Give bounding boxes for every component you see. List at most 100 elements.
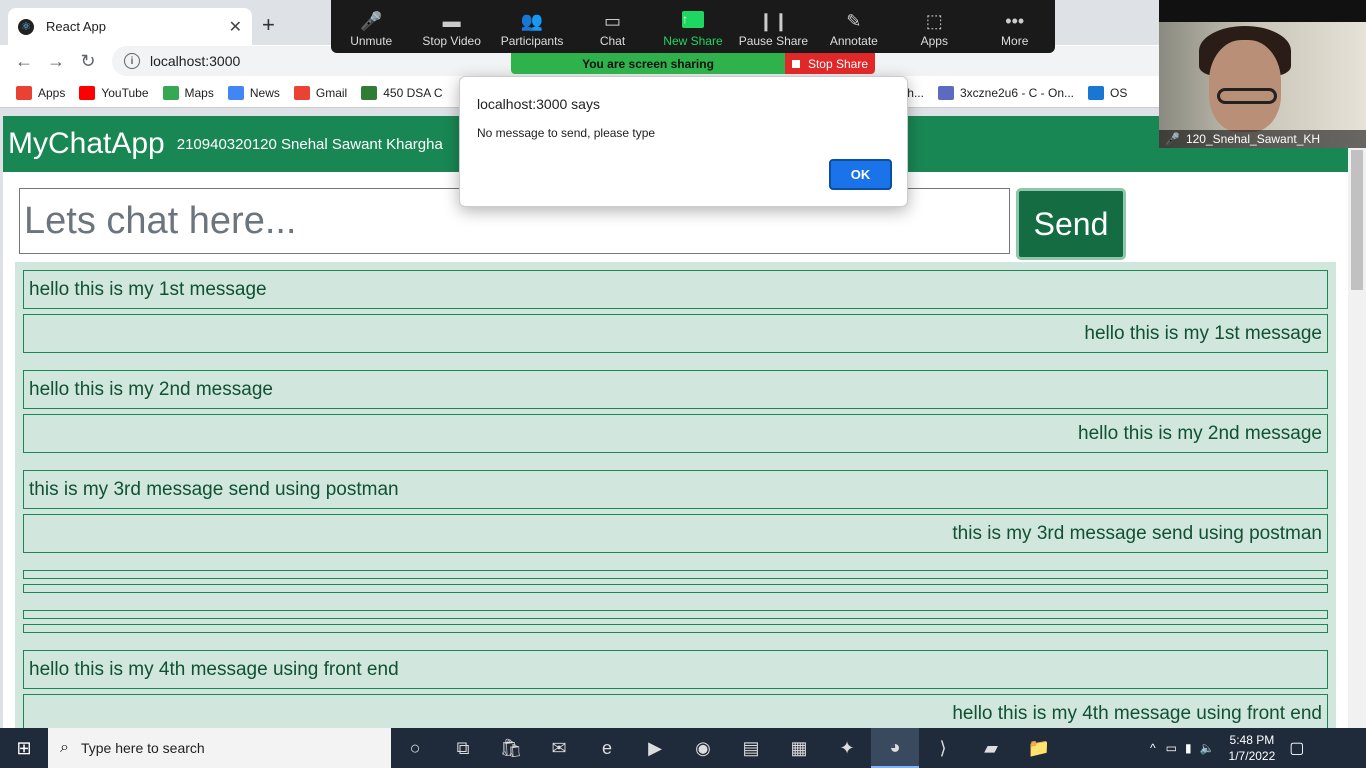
participant-name: 120_Snehal_Sawant_KH: [1185, 132, 1321, 146]
cortana-icon[interactable]: ○: [391, 728, 439, 768]
site-info-icon[interactable]: i: [124, 53, 140, 69]
pencil-icon: ✎: [846, 11, 862, 31]
zoom-app-icon[interactable]: ▶: [631, 728, 679, 768]
ok-button[interactable]: OK: [829, 159, 892, 190]
system-tray: ^ ▭ ▮ 🔈 5:48 PM 1/7/2022 ▢: [1150, 728, 1304, 768]
message-item: hello this is my 1st message: [23, 270, 1328, 309]
page-viewport: MyChatApp 210940320120 Snehal Sawant Kha…: [3, 116, 1348, 728]
participant-video[interactable]: 🎤 120_Snehal_Sawant_KH: [1159, 0, 1366, 148]
message-list: hello this is my 1st message hello this i…: [15, 262, 1336, 728]
edge-icon[interactable]: e: [583, 728, 631, 768]
zoom-annotate-button[interactable]: ✎ Annotate: [814, 0, 894, 53]
bookmark-item[interactable]: 3xczne2u6 - C - On...: [937, 85, 1074, 100]
battery-icon[interactable]: ▮: [1185, 741, 1192, 755]
bookmark-favicon-icon: [162, 85, 179, 100]
zoom-button-label: Annotate: [829, 34, 878, 48]
bookmark-item[interactable]: Gmail: [293, 85, 348, 100]
zoom-button-label: Stop Video: [422, 34, 481, 48]
message-item: hello this is my 4th message using front…: [23, 694, 1328, 728]
dialog-message: No message to send, please type: [477, 126, 656, 140]
zoom-button-label: Pause Share: [738, 34, 809, 48]
editor-icon[interactable]: ▰: [967, 728, 1015, 768]
message-item: this is my 3rd message send using postma…: [23, 514, 1328, 553]
tray-chevron-icon[interactable]: ^: [1150, 741, 1156, 755]
bookmark-label: YouTube: [101, 85, 149, 100]
bookmark-item[interactable]: Maps: [162, 85, 214, 100]
bookmark-item[interactable]: 450 DSA C: [361, 85, 443, 100]
bookmark-item[interactable]: OS: [1088, 85, 1127, 100]
bookmark-item[interactable]: News: [227, 85, 280, 100]
bookmark-item[interactable]: Apps: [16, 85, 66, 100]
zoom-unmute-button[interactable]: 🎤 Unmute: [331, 0, 411, 53]
zoom-chat-button[interactable]: ▭ Chat: [572, 0, 652, 53]
screen-sharing-banner[interactable]: You are screen sharing: [511, 53, 785, 74]
alert-dialog: localhost:3000 says No message to send, …: [459, 76, 908, 207]
scrollbar-thumb[interactable]: [1351, 150, 1363, 290]
clock-time: 5:48 PM: [1229, 733, 1275, 747]
reload-icon[interactable]: ↻: [72, 51, 104, 72]
new-tab-button[interactable]: +: [262, 12, 275, 38]
bookmark-favicon-icon: [16, 85, 32, 100]
react-favicon-icon: ⚛: [18, 18, 34, 35]
zoom-button-label: Unmute: [350, 34, 393, 48]
bookmark-label: Apps: [38, 85, 66, 100]
notepad-icon[interactable]: ▤: [727, 728, 775, 768]
share-arrow-icon: ↑: [681, 11, 704, 28]
message-item: hello this is my 4th message using front…: [23, 650, 1328, 689]
zoom-button-label: More: [1001, 34, 1029, 48]
clock[interactable]: 5:48 PM 1/7/2022: [1229, 732, 1276, 764]
browser-tab[interactable]: ⚛ React App ✕: [8, 8, 252, 45]
bookmark-favicon-icon: [293, 85, 310, 100]
store-icon[interactable]: 🛍: [487, 728, 535, 768]
bookmark-item[interactable]: YouTube: [79, 85, 149, 100]
forward-arrow-icon[interactable]: →: [40, 51, 72, 72]
participants-icon: 👥: [520, 11, 544, 31]
zoom-apps-button[interactable]: ⬚ Apps: [894, 0, 974, 53]
notifications-icon[interactable]: ▢: [1289, 738, 1304, 758]
windows-start-icon[interactable]: ⊞: [0, 728, 48, 768]
zoom-participants-button[interactable]: 👥 Participants: [492, 0, 572, 53]
bookmark-label: 450 DSA C: [383, 85, 443, 100]
tool-icon[interactable]: ✦: [823, 728, 871, 768]
stop-share-button[interactable]: Stop Share: [785, 53, 875, 74]
bookmark-label: Gmail: [315, 85, 348, 100]
stop-share-label: Stop Share: [807, 56, 869, 71]
task-view-icon[interactable]: ⧉: [439, 728, 487, 768]
pause-icon: ❙❙: [758, 11, 789, 31]
tab-close-icon[interactable]: ✕: [229, 17, 242, 37]
send-button[interactable]: Send: [1016, 188, 1126, 260]
message-item: [23, 584, 1328, 593]
back-arrow-icon[interactable]: ←: [8, 51, 40, 72]
zoom-pause-share-button[interactable]: ❙❙ Pause Share: [733, 0, 813, 53]
zoom-button-label: New Share: [663, 34, 723, 48]
message-item: [23, 610, 1328, 619]
volume-icon[interactable]: 🔈: [1200, 741, 1215, 755]
app-brand[interactable]: MyChatApp: [8, 127, 165, 161]
github-icon[interactable]: ◉: [679, 728, 727, 768]
vscode-icon[interactable]: ⟩: [919, 728, 967, 768]
author-info: 210940320120 Snehal Sawant Khargha: [176, 135, 443, 153]
zoom-button-label: Participants: [500, 34, 564, 48]
word-icon[interactable]: ▦: [775, 728, 823, 768]
tab-title: React App: [46, 19, 106, 34]
participant-face: [1209, 40, 1281, 132]
more-dots-icon: •••: [1005, 11, 1025, 31]
zoom-stop-video-button[interactable]: ▬ Stop Video: [411, 0, 491, 53]
zoom-toolbar: 🎤 Unmute ▬ Stop Video 👥 Participants ▭ Chat ↑ New…: [331, 0, 1055, 53]
network-icon[interactable]: ▭: [1166, 741, 1177, 755]
mail-icon[interactable]: ✉: [535, 728, 583, 768]
chrome-icon[interactable]: ◕: [871, 728, 919, 768]
message-item: hello this is my 2nd message: [23, 370, 1328, 409]
bookmark-favicon-icon: [1088, 85, 1105, 100]
bookmark-favicon-icon: [79, 85, 96, 100]
zoom-new-share-button[interactable]: ↑ New Share: [653, 0, 733, 53]
taskbar-search-box[interactable]: ⌕ Type here to search: [48, 728, 391, 768]
message-item: hello this is my 2nd message: [23, 414, 1328, 453]
participant-glasses: [1217, 88, 1277, 104]
clock-date: 1/7/2022: [1228, 749, 1276, 763]
file-explorer-icon[interactable]: 📁: [1015, 728, 1063, 768]
video-title-bar: [1159, 0, 1366, 22]
bookmark-label: Maps: [184, 85, 214, 100]
zoom-more-button[interactable]: ••• More: [975, 0, 1055, 53]
url-text: localhost:3000: [150, 53, 241, 69]
